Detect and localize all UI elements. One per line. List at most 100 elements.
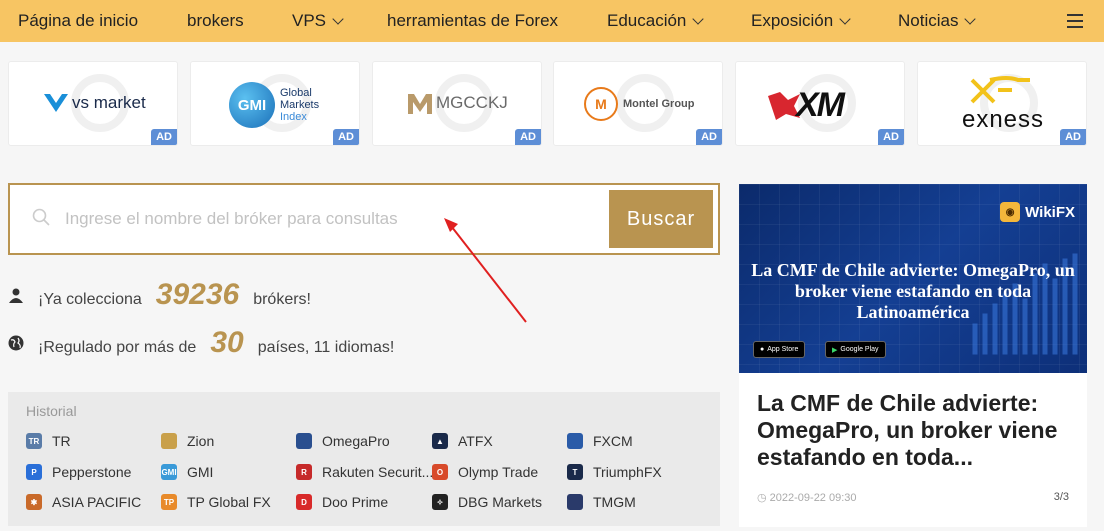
chevron-down-icon (692, 12, 705, 25)
history-item[interactable]: Zion (161, 433, 214, 449)
history-item[interactable]: D Doo Prime (296, 494, 388, 510)
history-item-label: TMGM (593, 494, 636, 510)
news-date: ◷ 2022-09-22 09:30 (757, 491, 857, 504)
history-item-label: ASIA PACIFIC (52, 494, 142, 510)
ad-tile-mgcckj[interactable]: MGCCKJ AD (372, 61, 542, 146)
montel-mark-icon: M (584, 87, 618, 121)
nav-item-exposure[interactable]: Exposición (751, 11, 851, 31)
nav-item-label: brokers (187, 11, 244, 30)
nav-item-brokers[interactable]: brokers (187, 11, 244, 31)
gmi-line3: Index (280, 111, 307, 123)
history-item-label: Pepperstone (52, 464, 132, 480)
ad-badge: AD (151, 129, 177, 145)
app-store-label: App Store (767, 346, 799, 353)
broker-icon: ✱ (26, 494, 42, 510)
wikifx-logo-icon: ◉ (1000, 202, 1021, 222)
nav-item-label: herramientas de Forex (387, 11, 559, 30)
google-play-badge[interactable]: ▶ Google Play (825, 341, 886, 358)
nav-item-news[interactable]: Noticias (898, 11, 977, 31)
gmi-line2: Markets (280, 99, 320, 111)
broker-icon: ✧ (432, 494, 448, 510)
broker-icon (567, 433, 583, 449)
wikifx-brand-label: WikiFX (1025, 203, 1075, 221)
broker-icon: T (567, 464, 583, 480)
broker-search-box: Buscar (8, 183, 720, 255)
exness-mark-icon (970, 76, 1030, 104)
stat-label: brókers! (253, 291, 311, 308)
history-item-label: Olymp Trade (458, 464, 539, 480)
history-item[interactable]: ▲ ATFX (432, 433, 493, 449)
broker-icon: TR (26, 433, 42, 449)
history-item[interactable]: O Olymp Trade (432, 464, 538, 480)
broker-icon (296, 433, 312, 449)
history-item[interactable]: ✧ DBG Markets (432, 494, 542, 510)
ad-tile-xm[interactable]: XM AD (735, 61, 905, 146)
wikifx-brand: ◉ WikiFX (1000, 202, 1075, 222)
ad-badge: AD (515, 129, 541, 145)
clock-icon: ◷ (757, 492, 770, 504)
nav-item-vps[interactable]: VPS (292, 11, 344, 31)
history-item[interactable]: FXCM (567, 433, 633, 449)
news-image: ◉ WikiFX La CMF de Chile advierte: Omega… (739, 184, 1087, 373)
vs-market-logo: vs market (42, 92, 146, 114)
broker-count: 39236 (155, 278, 240, 311)
nav-item-education[interactable]: Educación (607, 11, 705, 31)
stat-label: países, 11 idiomas! (257, 339, 395, 356)
nav-item-label: VPS (292, 11, 327, 30)
broker-icon: GMI (161, 464, 177, 480)
ad-tile-gmi[interactable]: GMI Global Markets Index AD (190, 61, 360, 146)
history-item[interactable]: GMI GMI (161, 464, 213, 480)
mgcckj-logo: MGCCKJ (408, 92, 508, 114)
app-store-badge[interactable]: ● App Store (753, 341, 806, 358)
broker-icon: TP (161, 494, 177, 510)
play-icon: ▶ (832, 346, 838, 354)
history-item[interactable]: R Rakuten Securit... (296, 464, 433, 480)
broker-icon: O (432, 464, 448, 480)
history-item-label: Doo Prime (322, 494, 389, 510)
history-item[interactable]: P Pepperstone (26, 464, 131, 480)
ad-tile-montel[interactable]: M Montel Group AD (553, 61, 723, 146)
top-nav: Página de inicio brokers VPS herramienta… (0, 0, 1104, 42)
history-item[interactable]: TP TP Global FX (161, 494, 271, 510)
stat-label: ¡Regulado por más de (38, 339, 197, 356)
stat-regulated: ¡Regulado por más de 30 países, 11 idiom… (8, 326, 394, 360)
history-item[interactable]: ✱ ASIA PACIFIC (26, 494, 141, 510)
ad-badge: AD (878, 129, 904, 145)
history-item[interactable]: TR TR (26, 433, 71, 449)
history-item[interactable]: T TriumphFX (567, 464, 662, 480)
montel-logo: M Montel Group (584, 87, 695, 121)
history-item-label: TP Global FX (187, 494, 271, 510)
history-item[interactable]: TMGM (567, 494, 636, 510)
news-title[interactable]: La CMF de Chile advierte: OmegaPro, un b… (757, 390, 1077, 471)
nav-item-forex-tools[interactable]: herramientas de Forex (387, 11, 558, 31)
ad-badge: AD (333, 129, 359, 145)
user-icon (9, 288, 23, 303)
nav-item-home[interactable]: Página de inicio (18, 11, 138, 31)
history-item-label: OmegaPro (322, 433, 390, 449)
hamburger-icon[interactable] (1067, 14, 1083, 28)
history-item-label: TR (52, 433, 71, 449)
history-item[interactable]: OmegaPro (296, 433, 390, 449)
apple-icon: ● (760, 346, 765, 353)
history-item-label: Rakuten Securit... (322, 464, 434, 480)
ad-badge: AD (696, 129, 722, 145)
search-button[interactable]: Buscar (609, 190, 713, 248)
news-card[interactable]: ◉ WikiFX La CMF de Chile advierte: Omega… (739, 184, 1087, 527)
chevron-down-icon (964, 12, 977, 25)
history-item-label: GMI (187, 464, 214, 480)
google-play-label: Google Play (840, 346, 879, 353)
search-icon (32, 208, 50, 226)
ad-badge: AD (1060, 129, 1086, 145)
ad-tile-exness[interactable]: exness AD (917, 61, 1087, 146)
nav-item-label: Noticias (898, 11, 959, 30)
ad-tile-vs-market[interactable]: vs market AD (8, 61, 178, 146)
stat-label: ¡Ya colecciona (38, 291, 142, 308)
mgcckj-mark-icon (408, 94, 432, 114)
chevron-down-icon (332, 12, 344, 25)
broker-icon (161, 433, 177, 449)
nav-item-label: Educación (607, 11, 687, 30)
broker-icon (567, 494, 583, 510)
globe-icon (8, 335, 24, 351)
broker-icon: R (296, 464, 312, 480)
news-date-label: 2022-09-22 09:30 (769, 492, 857, 504)
